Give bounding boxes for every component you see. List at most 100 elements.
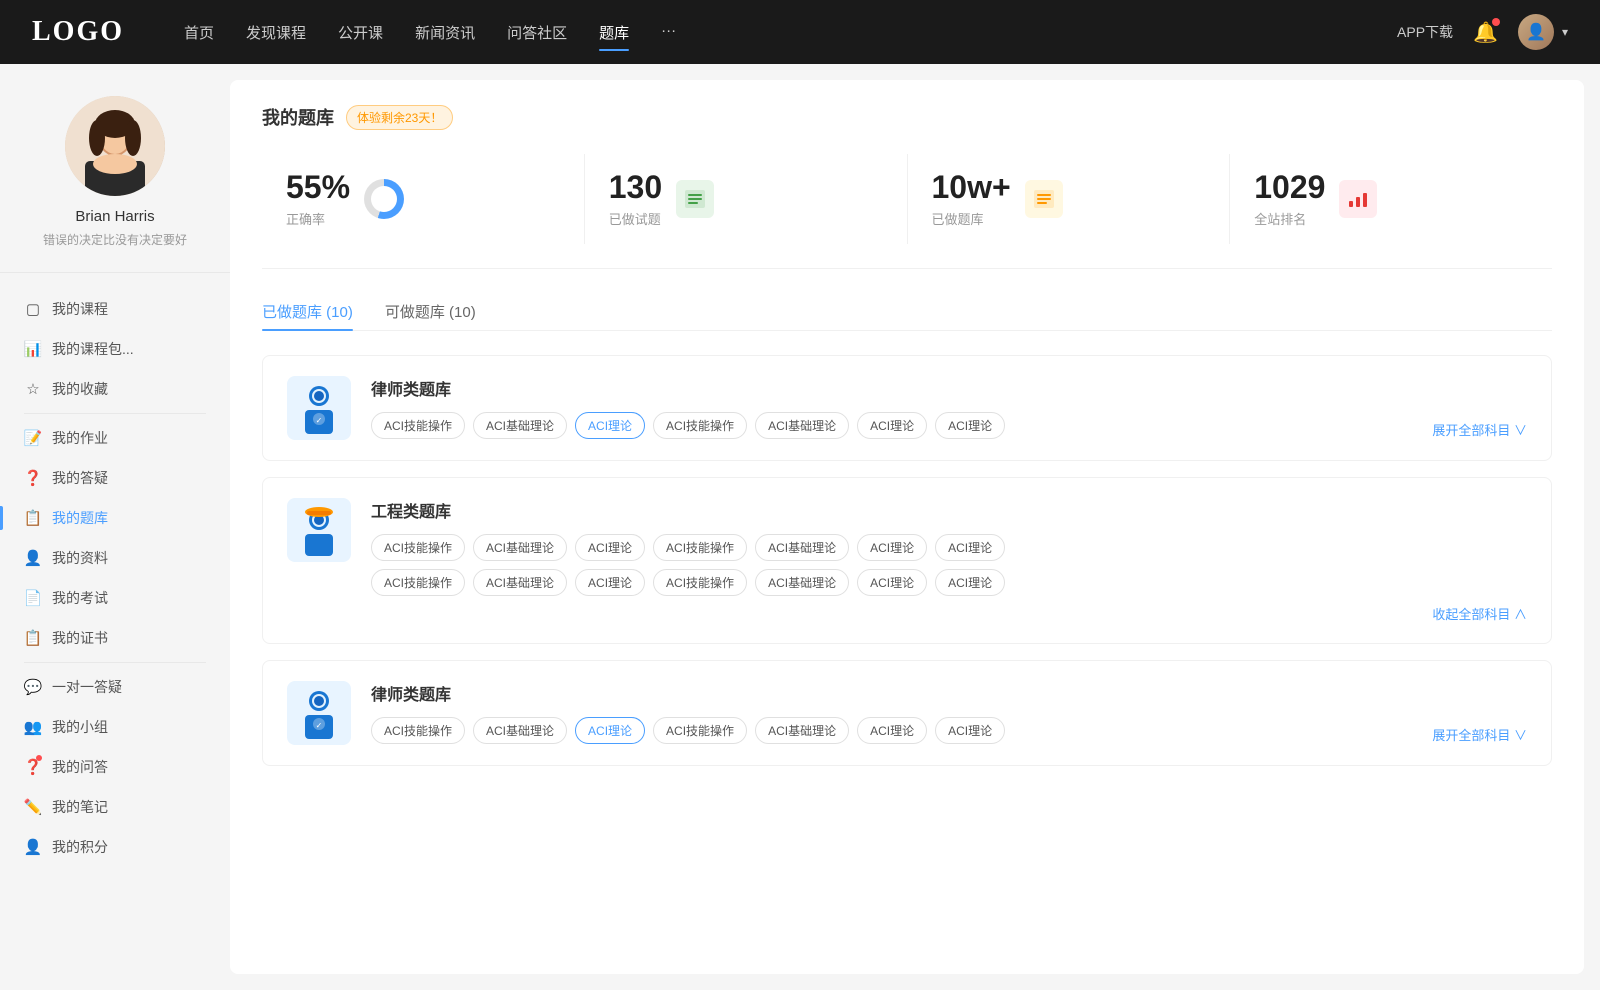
sidebar-item-label: 我的积分 <box>52 837 108 857</box>
eng-tag-1[interactable]: ACI技能操作 <box>371 534 465 561</box>
sidebar-item-my-qa[interactable]: ❓ 我的答疑 <box>0 458 230 498</box>
tag-aci-theory-active[interactable]: ACI理论 <box>575 412 645 439</box>
sidebar-item-favorites[interactable]: ☆ 我的收藏 <box>0 369 230 409</box>
navbar-menu: 首页 发现课程 公开课 新闻资讯 问答社区 题库 ··· <box>184 18 1397 47</box>
qbank-details-2: 工程类题库 ACI技能操作 ACI基础理论 ACI理论 ACI技能操作 ACI基… <box>371 498 1527 623</box>
lawyer2-tag-5[interactable]: ACI基础理论 <box>755 717 849 744</box>
eng-tag-6[interactable]: ACI理论 <box>857 534 927 561</box>
user-avatar-wrapper[interactable]: 👤 ▾ <box>1518 14 1568 50</box>
stat-banks-text: 10w+ 已做题库 <box>932 170 1011 228</box>
qbank-card-lawyer-1: ✓ 律师类题库 ACI技能操作 ACI基础理论 ACI理论 ACI技能操作 AC… <box>262 355 1552 461</box>
sidebar-item-my-course[interactable]: ▢ 我的课程 <box>0 289 230 329</box>
lawyer2-tag-2[interactable]: ACI基础理论 <box>473 717 567 744</box>
eng-extra-tag-1[interactable]: ACI技能操作 <box>371 569 465 596</box>
tag-aci-skill-op-2[interactable]: ACI技能操作 <box>653 412 747 439</box>
nav-news[interactable]: 新闻资讯 <box>415 18 475 47</box>
tag-aci-skill-op-1[interactable]: ACI技能操作 <box>371 412 465 439</box>
eng-tag-4[interactable]: ACI技能操作 <box>653 534 747 561</box>
bar-red-icon <box>1346 187 1370 211</box>
navbar-right: APP下载 🔔 👤 ▾ <box>1397 14 1568 50</box>
eng-tag-2[interactable]: ACI基础理论 <box>473 534 567 561</box>
collapse-link[interactable]: 收起全部科目 ∧ <box>371 604 1527 623</box>
qbank-details: 律师类题库 ACI技能操作 ACI基础理论 ACI理论 ACI技能操作 ACI基… <box>371 376 1527 439</box>
engineer-person-svg <box>295 504 343 556</box>
tags-container-3: ACI技能操作 ACI基础理论 ACI理论 ACI技能操作 ACI基础理论 AC… <box>371 717 1527 744</box>
navbar: LOGO 首页 发现课程 公开课 新闻资讯 问答社区 题库 ··· APP下载 … <box>0 0 1600 64</box>
accuracy-donut-chart <box>364 179 404 219</box>
sidebar-item-certificate[interactable]: 📋 我的证书 <box>0 618 230 658</box>
sidebar-item-my-points[interactable]: 👤 我的积分 <box>0 827 230 867</box>
sidebar-item-label: 我的答疑 <box>52 468 108 488</box>
eng-extra-tag-6[interactable]: ACI理论 <box>857 569 927 596</box>
lawyer2-tag-3-active[interactable]: ACI理论 <box>575 717 645 744</box>
lawyer2-tag-1[interactable]: ACI技能操作 <box>371 717 465 744</box>
stat-questions-value: 130 <box>609 170 662 205</box>
sidebar-item-my-notes[interactable]: ✏️ 我的笔记 <box>0 787 230 827</box>
sidebar-item-label: 我的证书 <box>52 628 108 648</box>
avatar-svg <box>65 96 165 196</box>
avatar-chevron-icon: ▾ <box>1562 25 1568 39</box>
tags-row-1: ACI技能操作 ACI基础理论 ACI理论 ACI技能操作 ACI基础理论 AC… <box>371 534 1527 561</box>
eng-tag-3[interactable]: ACI理论 <box>575 534 645 561</box>
sidebar-item-one-on-one[interactable]: 💬 一对一答疑 <box>0 667 230 707</box>
app-download-link[interactable]: APP下载 <box>1397 22 1453 42</box>
stat-questions-text: 130 已做试题 <box>609 170 662 228</box>
sidebar-item-my-group[interactable]: 👥 我的小组 <box>0 707 230 747</box>
tab-done-banks[interactable]: 已做题库 (10) <box>262 293 353 330</box>
donut-hole <box>371 186 397 212</box>
tab-available-banks[interactable]: 可做题库 (10) <box>385 293 476 330</box>
one-on-one-icon: 💬 <box>24 678 42 696</box>
avatar-image: 👤 <box>1518 14 1554 50</box>
lawyer2-tag-4[interactable]: ACI技能操作 <box>653 717 747 744</box>
nav-qa[interactable]: 问答社区 <box>507 18 567 47</box>
expand-link-3[interactable]: 展开全部科目 ∨ <box>1432 725 1527 744</box>
sidebar-item-course-package[interactable]: 📊 我的课程包... <box>0 329 230 369</box>
nav-open-course[interactable]: 公开课 <box>338 18 383 47</box>
sidebar-item-my-data[interactable]: 👤 我的资料 <box>0 538 230 578</box>
nav-discover[interactable]: 发现课程 <box>246 18 306 47</box>
page-layout: Brian Harris 错误的决定比没有决定要好 ▢ 我的课程 📊 我的课程包… <box>0 64 1600 990</box>
sidebar-item-my-exam[interactable]: 📄 我的考试 <box>0 578 230 618</box>
stat-accuracy-text: 55% 正确率 <box>286 170 350 228</box>
eng-tag-7[interactable]: ACI理论 <box>935 534 1005 561</box>
my-notes-icon: ✏️ <box>24 798 42 816</box>
my-group-icon: 👥 <box>24 718 42 736</box>
sidebar-item-question-bank[interactable]: 📋 我的题库 <box>0 498 230 538</box>
eng-extra-tag-5[interactable]: ACI基础理论 <box>755 569 849 596</box>
sidebar-item-label: 我的课程 <box>52 299 108 319</box>
svg-text:✓: ✓ <box>316 416 323 425</box>
notification-bell[interactable]: 🔔 <box>1473 20 1498 45</box>
eng-extra-tag-4[interactable]: ACI技能操作 <box>653 569 747 596</box>
sidebar-item-label: 我的资料 <box>52 548 108 568</box>
certificate-icon: 📋 <box>24 629 42 647</box>
eng-tag-5[interactable]: ACI基础理论 <box>755 534 849 561</box>
tags-row-2: ACI技能操作 ACI基础理论 ACI理论 ACI技能操作 ACI基础理论 AC… <box>371 569 1527 596</box>
my-exam-icon: 📄 <box>24 589 42 607</box>
nav-more[interactable]: ··· <box>661 18 676 47</box>
menu-divider-2 <box>24 662 206 663</box>
sidebar-item-my-questions[interactable]: ❓ 我的问答 <box>0 747 230 787</box>
stat-banks-done: 10w+ 已做题库 <box>908 154 1231 244</box>
my-data-icon: 👤 <box>24 549 42 567</box>
qbank-card-inner: ✓ 律师类题库 ACI技能操作 ACI基础理论 ACI理论 ACI技能操作 AC… <box>287 376 1527 440</box>
lawyer-person-svg-2: ✓ <box>295 687 343 739</box>
sidebar-item-homework[interactable]: 📝 我的作业 <box>0 418 230 458</box>
lawyer2-tag-6[interactable]: ACI理论 <box>857 717 927 744</box>
eng-extra-tag-2[interactable]: ACI基础理论 <box>473 569 567 596</box>
tag-aci-basic-theory-1[interactable]: ACI基础理论 <box>473 412 567 439</box>
tags-container: ACI技能操作 ACI基础理论 ACI理论 ACI技能操作 ACI基础理论 AC… <box>371 412 1527 439</box>
eng-extra-tag-3[interactable]: ACI理论 <box>575 569 645 596</box>
nav-home[interactable]: 首页 <box>184 18 214 47</box>
qbank-card-engineer: 工程类题库 ACI技能操作 ACI基础理论 ACI理论 ACI技能操作 ACI基… <box>262 477 1552 644</box>
nav-question-bank[interactable]: 题库 <box>599 18 629 47</box>
stats-row: 55% 正确率 130 已做试题 <box>262 154 1552 269</box>
lawyer2-tag-7[interactable]: ACI理论 <box>935 717 1005 744</box>
tag-aci-basic-theory-2[interactable]: ACI基础理论 <box>755 412 849 439</box>
favorites-icon: ☆ <box>24 380 42 398</box>
tag-aci-theory-2[interactable]: ACI理论 <box>857 412 927 439</box>
page-title: 我的题库 <box>262 104 334 130</box>
qbank-title-3: 律师类题库 <box>371 681 1527 705</box>
tag-aci-theory-3[interactable]: ACI理论 <box>935 412 1005 439</box>
expand-link-1[interactable]: 展开全部科目 ∨ <box>1432 420 1527 439</box>
eng-extra-tag-7[interactable]: ACI理论 <box>935 569 1005 596</box>
